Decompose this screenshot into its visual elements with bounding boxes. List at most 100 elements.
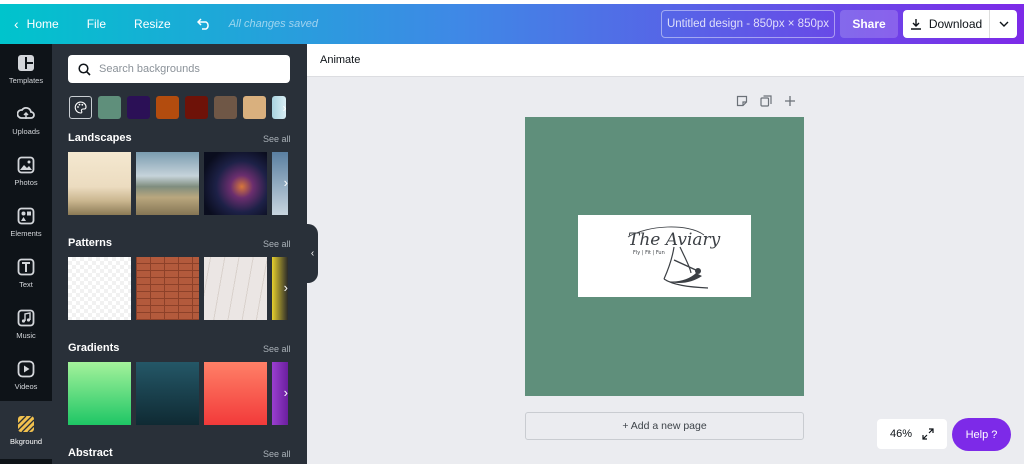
text-icon xyxy=(17,258,35,276)
rail-item-templates[interactable]: Templates xyxy=(0,44,52,95)
home-button[interactable]: ‹ Home xyxy=(0,4,73,44)
chevron-left-icon: ‹ xyxy=(310,248,315,259)
download-options-button[interactable] xyxy=(989,10,1017,38)
save-status: All changes saved xyxy=(228,18,318,30)
rail-item-elements[interactable]: Elements xyxy=(0,197,52,248)
background-thumbnail[interactable] xyxy=(68,362,131,425)
download-icon xyxy=(910,19,921,30)
music-icon xyxy=(17,309,35,327)
gradients-row: › xyxy=(68,362,288,425)
color-swatch[interactable] xyxy=(214,96,237,119)
rail-label: Elements xyxy=(10,229,42,238)
rail-label: Text xyxy=(19,280,33,289)
patterns-row: › xyxy=(68,257,288,320)
rail-item-music[interactable]: Music xyxy=(0,299,52,350)
duplicate-page-icon[interactable] xyxy=(760,95,772,107)
search-icon xyxy=(78,62,91,76)
design-page[interactable]: The Aviary Fly | Fit | Fun xyxy=(525,117,804,396)
background-thumbnail[interactable] xyxy=(68,152,131,215)
chevron-left-icon: ‹ xyxy=(14,16,19,32)
search-input[interactable]: Search backgrounds xyxy=(68,55,290,83)
share-button[interactable]: Share xyxy=(840,10,898,38)
upload-icon xyxy=(17,107,35,119)
see-all-gradients[interactable]: See all xyxy=(263,344,291,354)
background-thumbnail[interactable] xyxy=(136,257,199,320)
landscapes-row: › xyxy=(68,152,288,215)
section-title-landscapes: Landscapes xyxy=(68,132,132,144)
editor-toolbar: Animate xyxy=(307,44,1024,77)
rail-item-background[interactable]: Bkground xyxy=(0,401,52,459)
templates-icon xyxy=(18,55,34,71)
color-picker-button[interactable] xyxy=(69,96,92,119)
section-title-patterns: Patterns xyxy=(68,237,113,249)
help-button[interactable]: Help ? xyxy=(952,418,1011,451)
rail-item-uploads[interactable]: Uploads xyxy=(0,95,52,146)
see-all-landscapes[interactable]: See all xyxy=(263,134,291,144)
file-menu-button[interactable]: File xyxy=(73,4,120,44)
rail-item-text[interactable]: Text xyxy=(0,248,52,299)
rail-label: Photos xyxy=(14,178,38,187)
background-thumbnail-partial[interactable]: › xyxy=(272,152,288,215)
rail-label: Uploads xyxy=(12,127,40,136)
side-rail: Templates Uploads Photos Elements Text M… xyxy=(0,44,52,464)
photo-icon xyxy=(17,156,35,174)
top-bar-left: ‹ Home File Resize All changes saved xyxy=(0,4,318,44)
color-swatch[interactable] xyxy=(98,96,121,119)
color-swatch[interactable] xyxy=(156,96,179,119)
document-title[interactable]: Untitled design - 850px × 850px xyxy=(661,10,835,38)
video-icon xyxy=(17,360,35,378)
background-thumbnail[interactable] xyxy=(136,152,199,215)
animate-button[interactable]: Animate xyxy=(320,54,360,66)
top-bar: ‹ Home File Resize All changes saved Unt… xyxy=(0,4,1024,44)
page-tools xyxy=(736,95,796,107)
background-icon xyxy=(17,415,35,432)
section-title-abstract: Abstract xyxy=(68,447,113,459)
resize-button[interactable]: Resize xyxy=(120,4,185,44)
add-new-page-button[interactable]: + Add a new page xyxy=(525,412,804,440)
color-swatch[interactable] xyxy=(127,96,150,119)
background-thumbnail[interactable] xyxy=(136,362,199,425)
chevron-right-icon[interactable]: › xyxy=(284,280,288,295)
home-label: Home xyxy=(26,17,59,31)
notes-icon[interactable] xyxy=(736,95,748,107)
download-button[interactable]: Download xyxy=(903,10,989,38)
swatch-scroll-right-button[interactable]: › xyxy=(278,96,291,119)
background-thumbnail[interactable] xyxy=(204,257,267,320)
rail-label: Templates xyxy=(8,76,44,85)
logo-image[interactable]: The Aviary Fly | Fit | Fun xyxy=(578,215,751,297)
backgrounds-panel: Search backgrounds › Landscapes See all … xyxy=(52,44,307,464)
download-label: Download xyxy=(928,17,983,31)
undo-button[interactable] xyxy=(185,4,223,44)
editor-area: Animate The Aviary Fly | Fit | Fun + Add… xyxy=(307,44,1024,464)
rail-label: Videos xyxy=(14,382,38,391)
see-all-abstract[interactable]: See all xyxy=(263,449,291,459)
rail-label: Music xyxy=(16,331,36,340)
background-thumbnail[interactable] xyxy=(68,257,131,320)
collapse-panel-button[interactable]: ‹ xyxy=(307,224,318,283)
rail-item-videos[interactable]: Videos xyxy=(0,350,52,401)
chevron-down-icon xyxy=(999,21,1008,27)
zoom-control[interactable]: 46% xyxy=(877,419,947,449)
rail-item-photos[interactable]: Photos xyxy=(0,146,52,197)
background-thumbnail[interactable] xyxy=(204,362,267,425)
color-swatch[interactable] xyxy=(185,96,208,119)
background-thumbnail-partial[interactable]: › xyxy=(272,362,288,425)
add-page-icon[interactable] xyxy=(784,95,796,107)
chevron-right-icon[interactable]: › xyxy=(284,385,288,400)
chevron-right-icon[interactable]: › xyxy=(284,175,288,190)
color-swatches xyxy=(69,96,286,119)
background-thumbnail[interactable] xyxy=(204,152,267,215)
color-swatch[interactable] xyxy=(243,96,266,119)
palette-icon xyxy=(74,101,87,114)
section-title-gradients: Gradients xyxy=(68,342,120,354)
aviary-logo: The Aviary Fly | Fit | Fun xyxy=(627,226,721,289)
see-all-patterns[interactable]: See all xyxy=(263,239,291,249)
search-placeholder: Search backgrounds xyxy=(99,63,200,75)
expand-icon[interactable] xyxy=(922,428,934,440)
undo-icon xyxy=(196,18,209,30)
logo-tagline: Fly | Fit | Fun xyxy=(633,250,665,256)
logo-name: The Aviary xyxy=(628,230,721,250)
background-thumbnail-partial[interactable]: › xyxy=(272,257,288,320)
rail-label: Bkground xyxy=(9,436,43,446)
zoom-level: 46% xyxy=(889,428,913,440)
